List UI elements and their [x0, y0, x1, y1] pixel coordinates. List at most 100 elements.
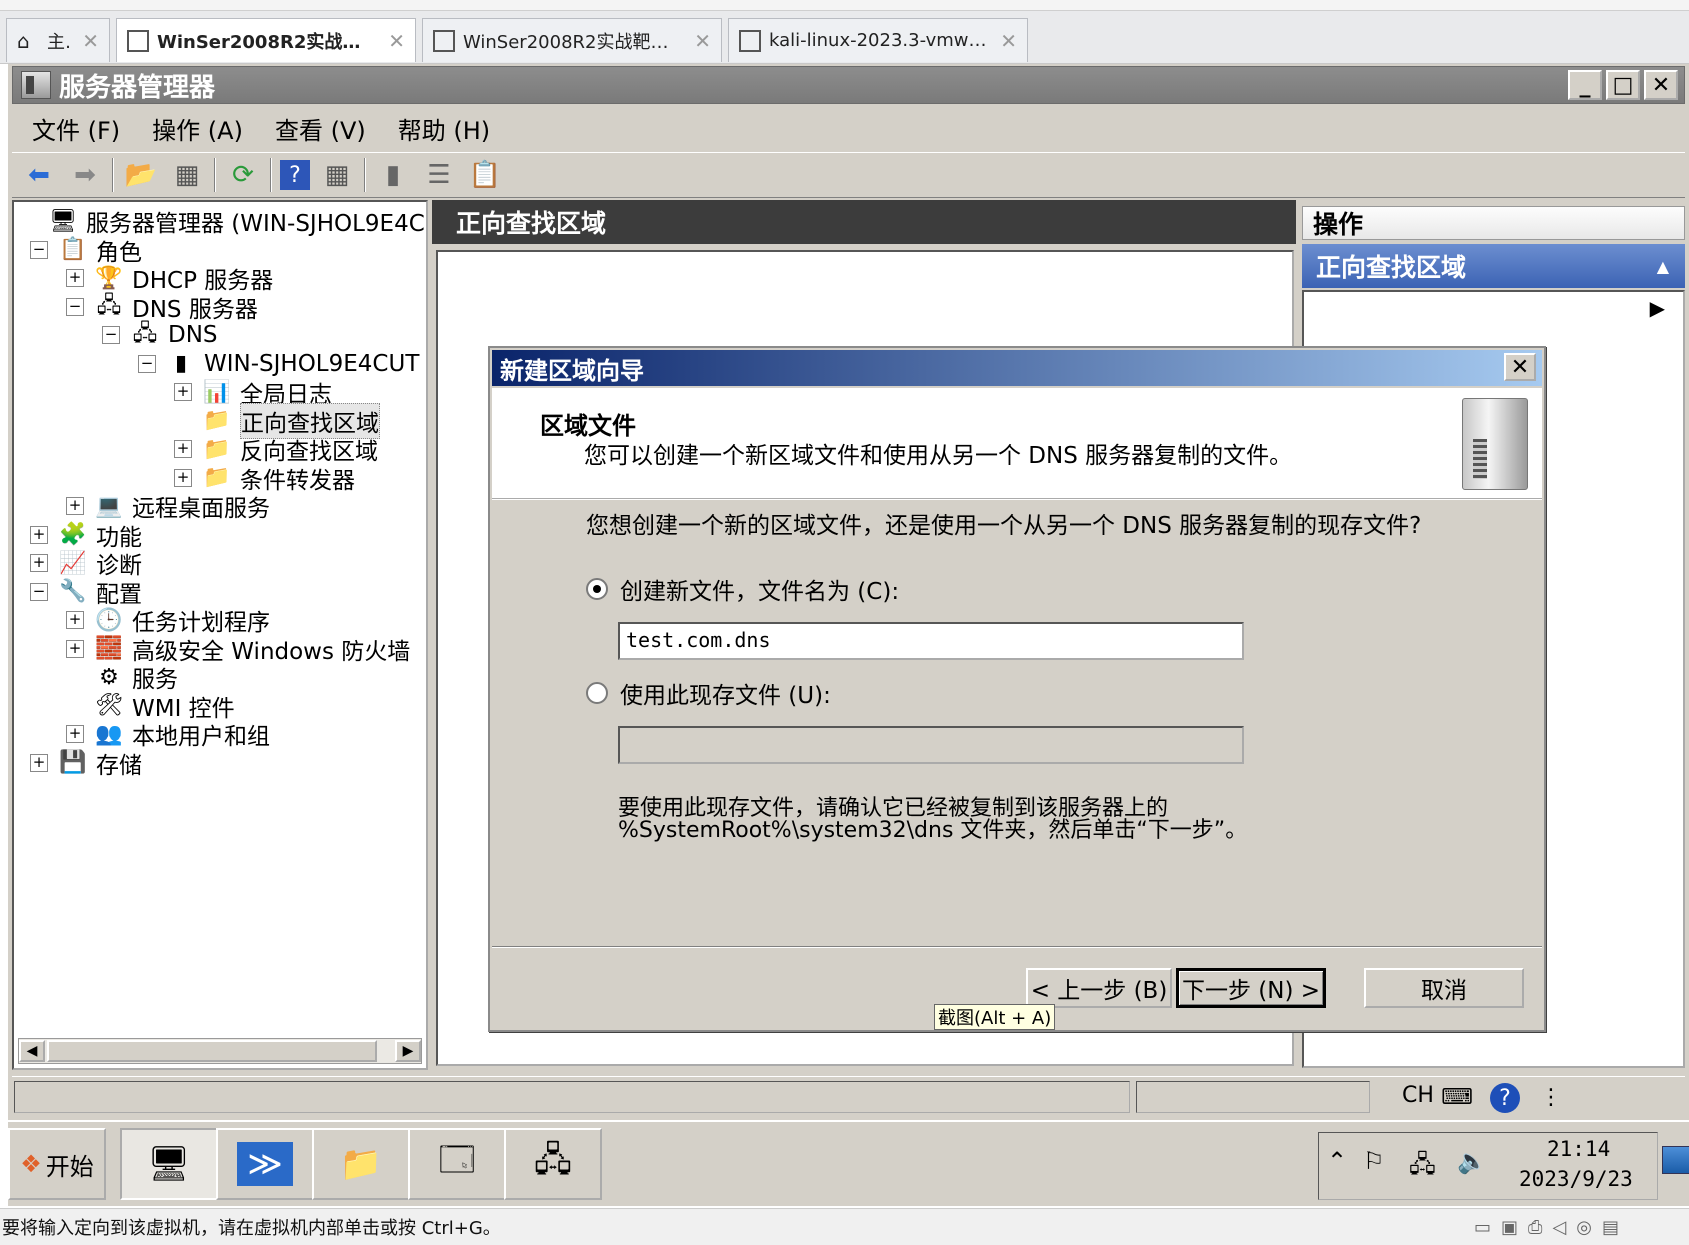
- input-language[interactable]: CH: [1402, 1083, 1434, 1108]
- tree-item[interactable]: ⚙ 服务: [66, 662, 178, 694]
- taskbar-app[interactable]: 🗔: [408, 1128, 506, 1200]
- expand-icon[interactable]: +: [66, 269, 84, 287]
- tree-item[interactable]: + 💾 存储: [30, 748, 142, 779]
- tree-item[interactable]: + 💻 远程桌面服务: [66, 491, 270, 522]
- window-titlebar[interactable]: 服务器管理器 _ □ ✕: [12, 66, 1685, 104]
- menu-file[interactable]: 文件 (F): [32, 111, 120, 146]
- tree-item[interactable]: + 📁 反向查找区域: [174, 434, 378, 465]
- expand-icon[interactable]: +: [30, 753, 48, 772]
- collapse-icon[interactable]: ▲: [1657, 257, 1669, 276]
- more-actions-icon[interactable]: ▶: [1650, 296, 1665, 320]
- flag-icon[interactable]: ⚐: [1363, 1147, 1385, 1175]
- back-icon[interactable]: ⬅: [20, 156, 58, 194]
- options-icon[interactable]: ⋮: [1534, 1083, 1568, 1111]
- close-icon[interactable]: ✕: [1000, 29, 1017, 53]
- tab-kali[interactable]: kali-linux-2023.3-vmware-am... ✕: [728, 18, 1028, 62]
- scroll-left-icon[interactable]: ◀: [19, 1040, 45, 1062]
- users-icon: 👥: [95, 721, 123, 747]
- taskbar-powershell[interactable]: ≫: [216, 1128, 314, 1200]
- expand-icon[interactable]: +: [174, 468, 192, 487]
- volume-icon[interactable]: 🔈: [1457, 1147, 1487, 1175]
- help-icon[interactable]: ?: [280, 160, 310, 190]
- tree-item[interactable]: 🖥 服务器管理器 (WIN-SJHOL9E4CU: [20, 206, 426, 238]
- expand-icon[interactable]: +: [66, 497, 84, 515]
- up-folder-icon[interactable]: 📂: [122, 156, 160, 194]
- close-icon[interactable]: ✕: [388, 29, 405, 53]
- close-icon[interactable]: ✕: [694, 29, 711, 53]
- expand-icon[interactable]: +: [66, 611, 84, 629]
- taskbar-explorer[interactable]: 📁: [312, 1128, 410, 1200]
- refresh-icon[interactable]: ⟳: [224, 156, 262, 194]
- tree-item[interactable]: + 🧩 功能: [30, 520, 142, 551]
- forward-icon[interactable]: ➡: [66, 156, 104, 194]
- taskbar-server-manager[interactable]: 🖥: [120, 1128, 218, 1200]
- collapse-icon[interactable]: −: [138, 354, 156, 373]
- scroll-right-icon[interactable]: ▶: [395, 1040, 421, 1062]
- existing-file-input[interactable]: [618, 726, 1244, 764]
- radio-create-new[interactable]: [586, 578, 608, 600]
- list-icon[interactable]: ☰: [420, 156, 458, 194]
- expand-icon[interactable]: +: [30, 554, 48, 572]
- option-create-new[interactable]: 创建新文件，文件名为 (C):: [586, 572, 899, 606]
- tab-home[interactable]: ⌂ 主页 ✕: [6, 18, 110, 62]
- radio-use-existing[interactable]: [586, 682, 608, 704]
- keyboard-icon[interactable]: ⌨: [1440, 1083, 1474, 1111]
- export-list-icon[interactable]: 📋: [466, 156, 504, 194]
- clock-date[interactable]: 2023/9/23: [1519, 1167, 1633, 1191]
- expand-icon[interactable]: +: [66, 639, 84, 658]
- tree-item[interactable]: + 📁 条件转发器: [174, 463, 355, 494]
- tree-item[interactable]: − 🖧 DNS 服务器: [66, 292, 258, 323]
- tree-item[interactable]: − 📋 角色: [30, 235, 142, 266]
- expand-icon[interactable]: +: [30, 525, 48, 544]
- expand-icon[interactable]: +: [174, 383, 192, 401]
- tree-item[interactable]: + 👥 本地用户和组: [66, 719, 270, 750]
- network-icon[interactable]: 🖧: [1409, 1147, 1436, 1188]
- collapse-icon[interactable]: −: [30, 240, 48, 259]
- question-text: 您想创建一个新的区域文件，还是使用一个从另一个 DNS 服务器复制的现存文件?: [586, 513, 1422, 539]
- next-button[interactable]: 下一步 (N) >: [1176, 968, 1326, 1008]
- option-use-existing[interactable]: 使用此现存文件 (U):: [586, 676, 831, 710]
- show-hide-tree-icon[interactable]: ▦: [168, 156, 206, 194]
- close-icon[interactable]: ✕: [82, 29, 99, 53]
- tree-item[interactable]: 📁 正向查找区域: [174, 402, 380, 439]
- menu-help[interactable]: 帮助 (H): [398, 111, 490, 146]
- collapse-icon[interactable]: −: [66, 297, 84, 316]
- menu-view[interactable]: 查看 (V): [275, 111, 366, 146]
- tab-winser-2[interactable]: WinSer2008R2实战靶机1号 的... ✕: [422, 18, 722, 62]
- guest-screen[interactable]: 服务器管理器 _ □ ✕ 文件 (F) 操作 (A) 查看 (V) 帮助 (H)…: [8, 64, 1689, 1206]
- collapse-icon[interactable]: −: [30, 582, 48, 601]
- taskbar-control-panel[interactable]: 🖧: [504, 1128, 602, 1200]
- tree-item[interactable]: + 📈 诊断: [30, 548, 142, 579]
- scroll-thumb[interactable]: [47, 1040, 377, 1062]
- actions-section-header[interactable]: 正向查找区域 ▲: [1302, 244, 1685, 288]
- console-tree[interactable]: 🖥 服务器管理器 (WIN-SJHOL9E4CU − 📋 角色 + 🏆 DHCP 服务器 − 🖧 D…: [12, 200, 428, 1070]
- help-icon[interactable]: ?: [1490, 1083, 1520, 1113]
- tree-item[interactable]: + 🕒 任务计划程序: [66, 605, 270, 636]
- tree-item[interactable]: − ▮ WIN-SJHOL9E4CUT: [138, 349, 419, 379]
- start-button[interactable]: ❖ 开始: [8, 1128, 106, 1200]
- chevron-up-icon[interactable]: ⌃: [1327, 1147, 1347, 1175]
- dialog-titlebar[interactable]: 新建区域向导 ✕: [492, 350, 1542, 386]
- clock-time[interactable]: 21:14: [1547, 1137, 1610, 1161]
- device-icons[interactable]: ▭▣⎙◁◎▤: [1474, 1217, 1629, 1238]
- expand-icon[interactable]: +: [66, 725, 84, 743]
- show-desktop-button[interactable]: [1662, 1146, 1689, 1174]
- back-button[interactable]: < 上一步 (B): [1026, 968, 1172, 1008]
- minimize-button[interactable]: _: [1568, 70, 1602, 100]
- tab-winser-1[interactable]: WinSer2008R2实战靶机1号 ✕: [116, 18, 416, 62]
- maximize-button[interactable]: □: [1606, 70, 1640, 100]
- menu-action[interactable]: 操作 (A): [152, 111, 243, 146]
- tree-item[interactable]: − 🖧 DNS: [102, 320, 218, 350]
- collapse-icon[interactable]: −: [102, 326, 120, 344]
- new-file-name-input[interactable]: test.com.dns: [618, 622, 1244, 660]
- expand-icon[interactable]: +: [174, 440, 192, 458]
- close-button[interactable]: ✕: [1644, 70, 1678, 100]
- show-actions-icon[interactable]: ▦: [318, 156, 356, 194]
- server-icon[interactable]: ▮: [374, 156, 412, 194]
- tree-item[interactable]: + 🧱 高级安全 Windows 防火墙: [66, 634, 410, 665]
- tree-item[interactable]: − 🔧 配置: [30, 577, 142, 608]
- dialog-close-button[interactable]: ✕: [1504, 353, 1536, 381]
- cancel-button[interactable]: 取消: [1364, 968, 1524, 1008]
- horizontal-scrollbar[interactable]: ◀ ▶: [18, 1038, 422, 1064]
- tree-item[interactable]: 🛠 WMI 控件: [66, 691, 235, 722]
